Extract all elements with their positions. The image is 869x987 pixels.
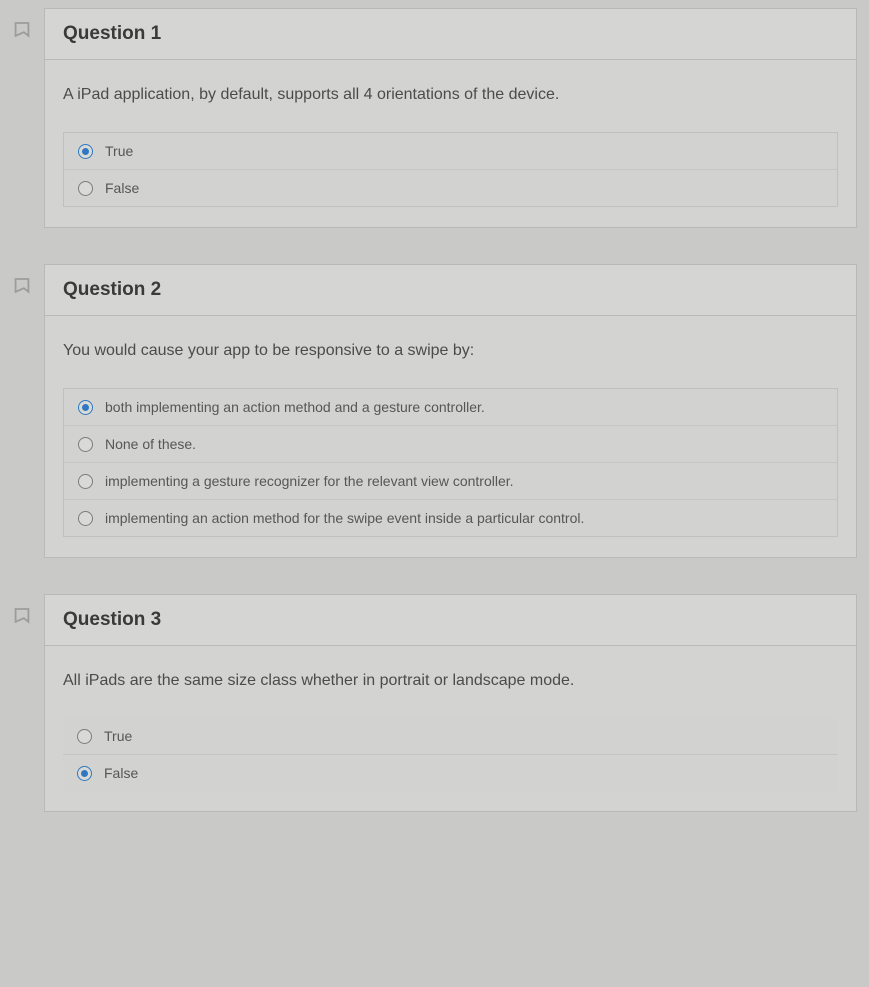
option-row[interactable]: implementing an action method for the sw… — [64, 500, 837, 536]
option-label: False — [105, 180, 139, 196]
question-prompt: You would cause your app to be responsiv… — [63, 342, 838, 360]
radio-icon — [78, 181, 93, 196]
question-title: Question 3 — [63, 609, 161, 630]
options-group: True False — [63, 718, 838, 791]
option-label: False — [104, 765, 138, 781]
option-row[interactable]: True — [63, 718, 838, 755]
question-prompt: All iPads are the same size class whethe… — [63, 672, 838, 690]
flag-icon[interactable] — [11, 607, 33, 633]
quiz-page: Question 1 A iPad application, by defaul… — [0, 0, 869, 820]
question-body: All iPads are the same size class whethe… — [45, 646, 856, 811]
question-prompt: A iPad application, by default, supports… — [63, 86, 838, 104]
question-card: Question 3 All iPads are the same size c… — [44, 594, 857, 812]
radio-icon — [77, 729, 92, 744]
question-body: You would cause your app to be responsiv… — [45, 316, 856, 557]
question-title: Question 1 — [63, 23, 161, 44]
options-group: True False — [63, 132, 838, 207]
flag-icon[interactable] — [11, 277, 33, 303]
option-label: None of these. — [105, 436, 196, 452]
option-row[interactable]: None of these. — [64, 426, 837, 463]
question-body: A iPad application, by default, supports… — [45, 60, 856, 227]
radio-icon — [78, 511, 93, 526]
option-row[interactable]: False — [63, 755, 838, 791]
option-row[interactable]: implementing a gesture recognizer for th… — [64, 463, 837, 500]
option-label: implementing an action method for the sw… — [105, 510, 584, 526]
option-row[interactable]: False — [64, 170, 837, 206]
radio-icon — [78, 474, 93, 489]
radio-icon — [78, 437, 93, 452]
option-label: implementing a gesture recognizer for th… — [105, 473, 514, 489]
option-label: True — [104, 728, 132, 744]
flag-icon[interactable] — [11, 21, 33, 47]
option-row[interactable]: both implementing an action method and a… — [64, 389, 837, 426]
radio-icon — [77, 766, 92, 781]
radio-icon — [78, 144, 93, 159]
option-label: True — [105, 143, 133, 159]
question-card: Question 1 A iPad application, by defaul… — [44, 8, 857, 228]
option-row[interactable]: True — [64, 133, 837, 170]
question-title: Question 2 — [63, 279, 161, 300]
radio-icon — [78, 400, 93, 415]
option-label: both implementing an action method and a… — [105, 399, 485, 415]
question-header: Question 2 — [45, 265, 856, 316]
options-group: both implementing an action method and a… — [63, 388, 838, 537]
question-header: Question 1 — [45, 9, 856, 60]
question-card: Question 2 You would cause your app to b… — [44, 264, 857, 558]
question-header: Question 3 — [45, 595, 856, 646]
